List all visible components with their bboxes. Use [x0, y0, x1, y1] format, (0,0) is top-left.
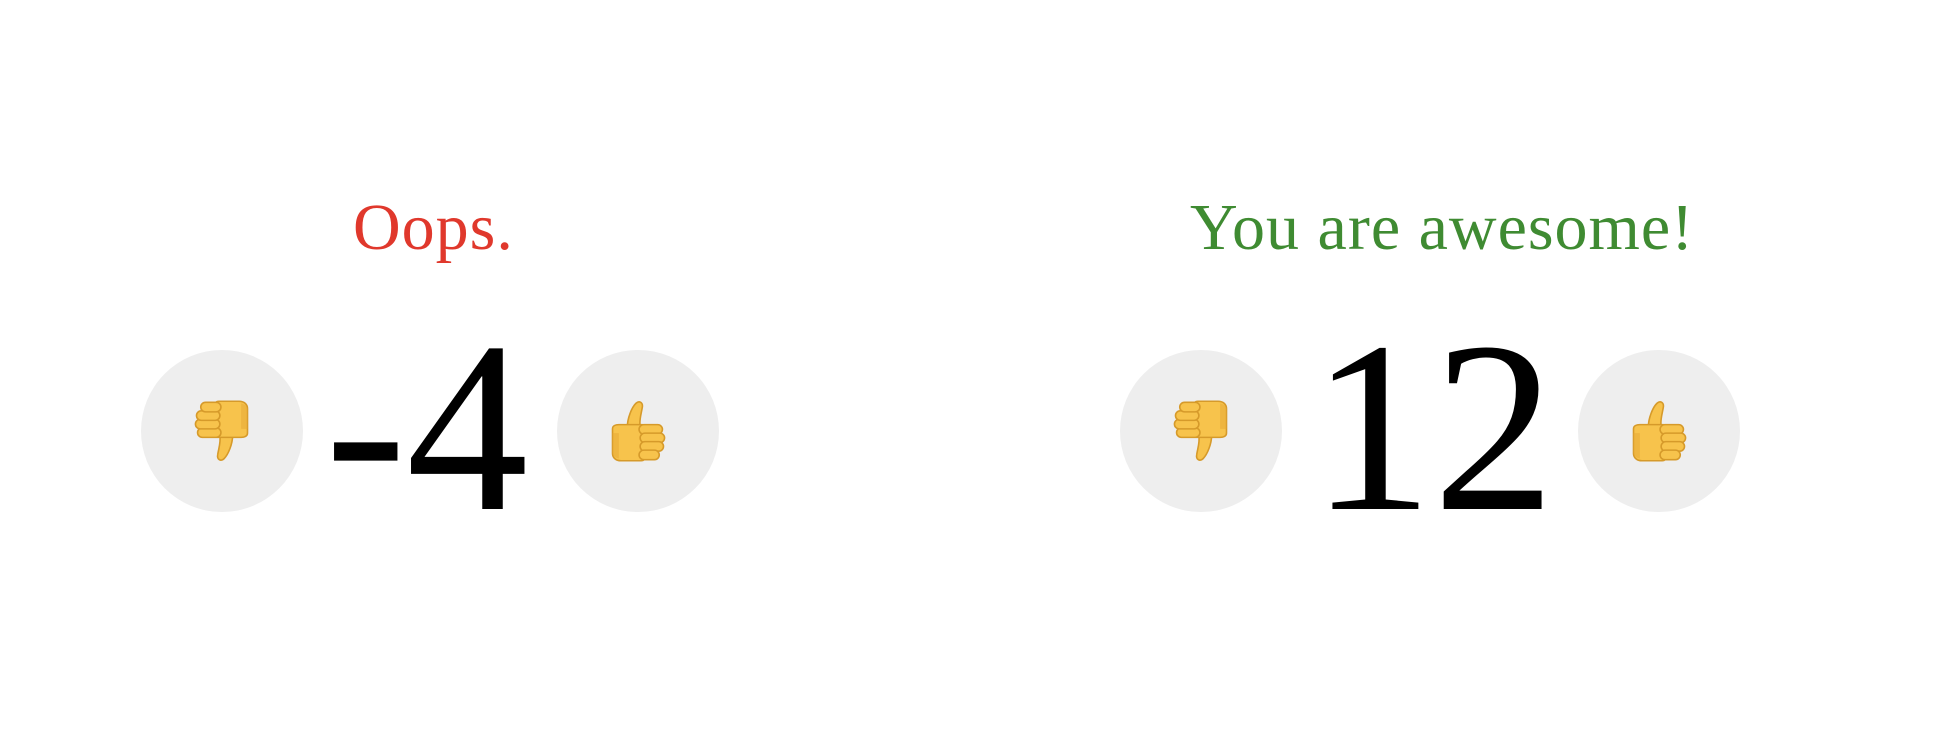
upvote-button[interactable]	[1578, 350, 1740, 512]
downvote-button[interactable]	[1120, 350, 1282, 512]
score-value: -4	[325, 292, 529, 562]
thumbs-up-icon	[611, 401, 666, 462]
score-value: 12	[1311, 292, 1555, 562]
thumbs-down-icon	[1173, 400, 1228, 461]
status-message: Oops.	[353, 191, 514, 264]
status-message: You are awesome!	[1190, 191, 1695, 264]
vote-widget-oops: Oops. -4	[0, 0, 860, 732]
vote-widget-awesome: You are awesome! 12	[1110, 0, 1954, 732]
downvote-button[interactable]	[141, 350, 303, 512]
thumbs-down-icon	[194, 400, 249, 461]
upvote-button[interactable]	[557, 350, 719, 512]
thumbs-up-icon	[1632, 401, 1687, 462]
